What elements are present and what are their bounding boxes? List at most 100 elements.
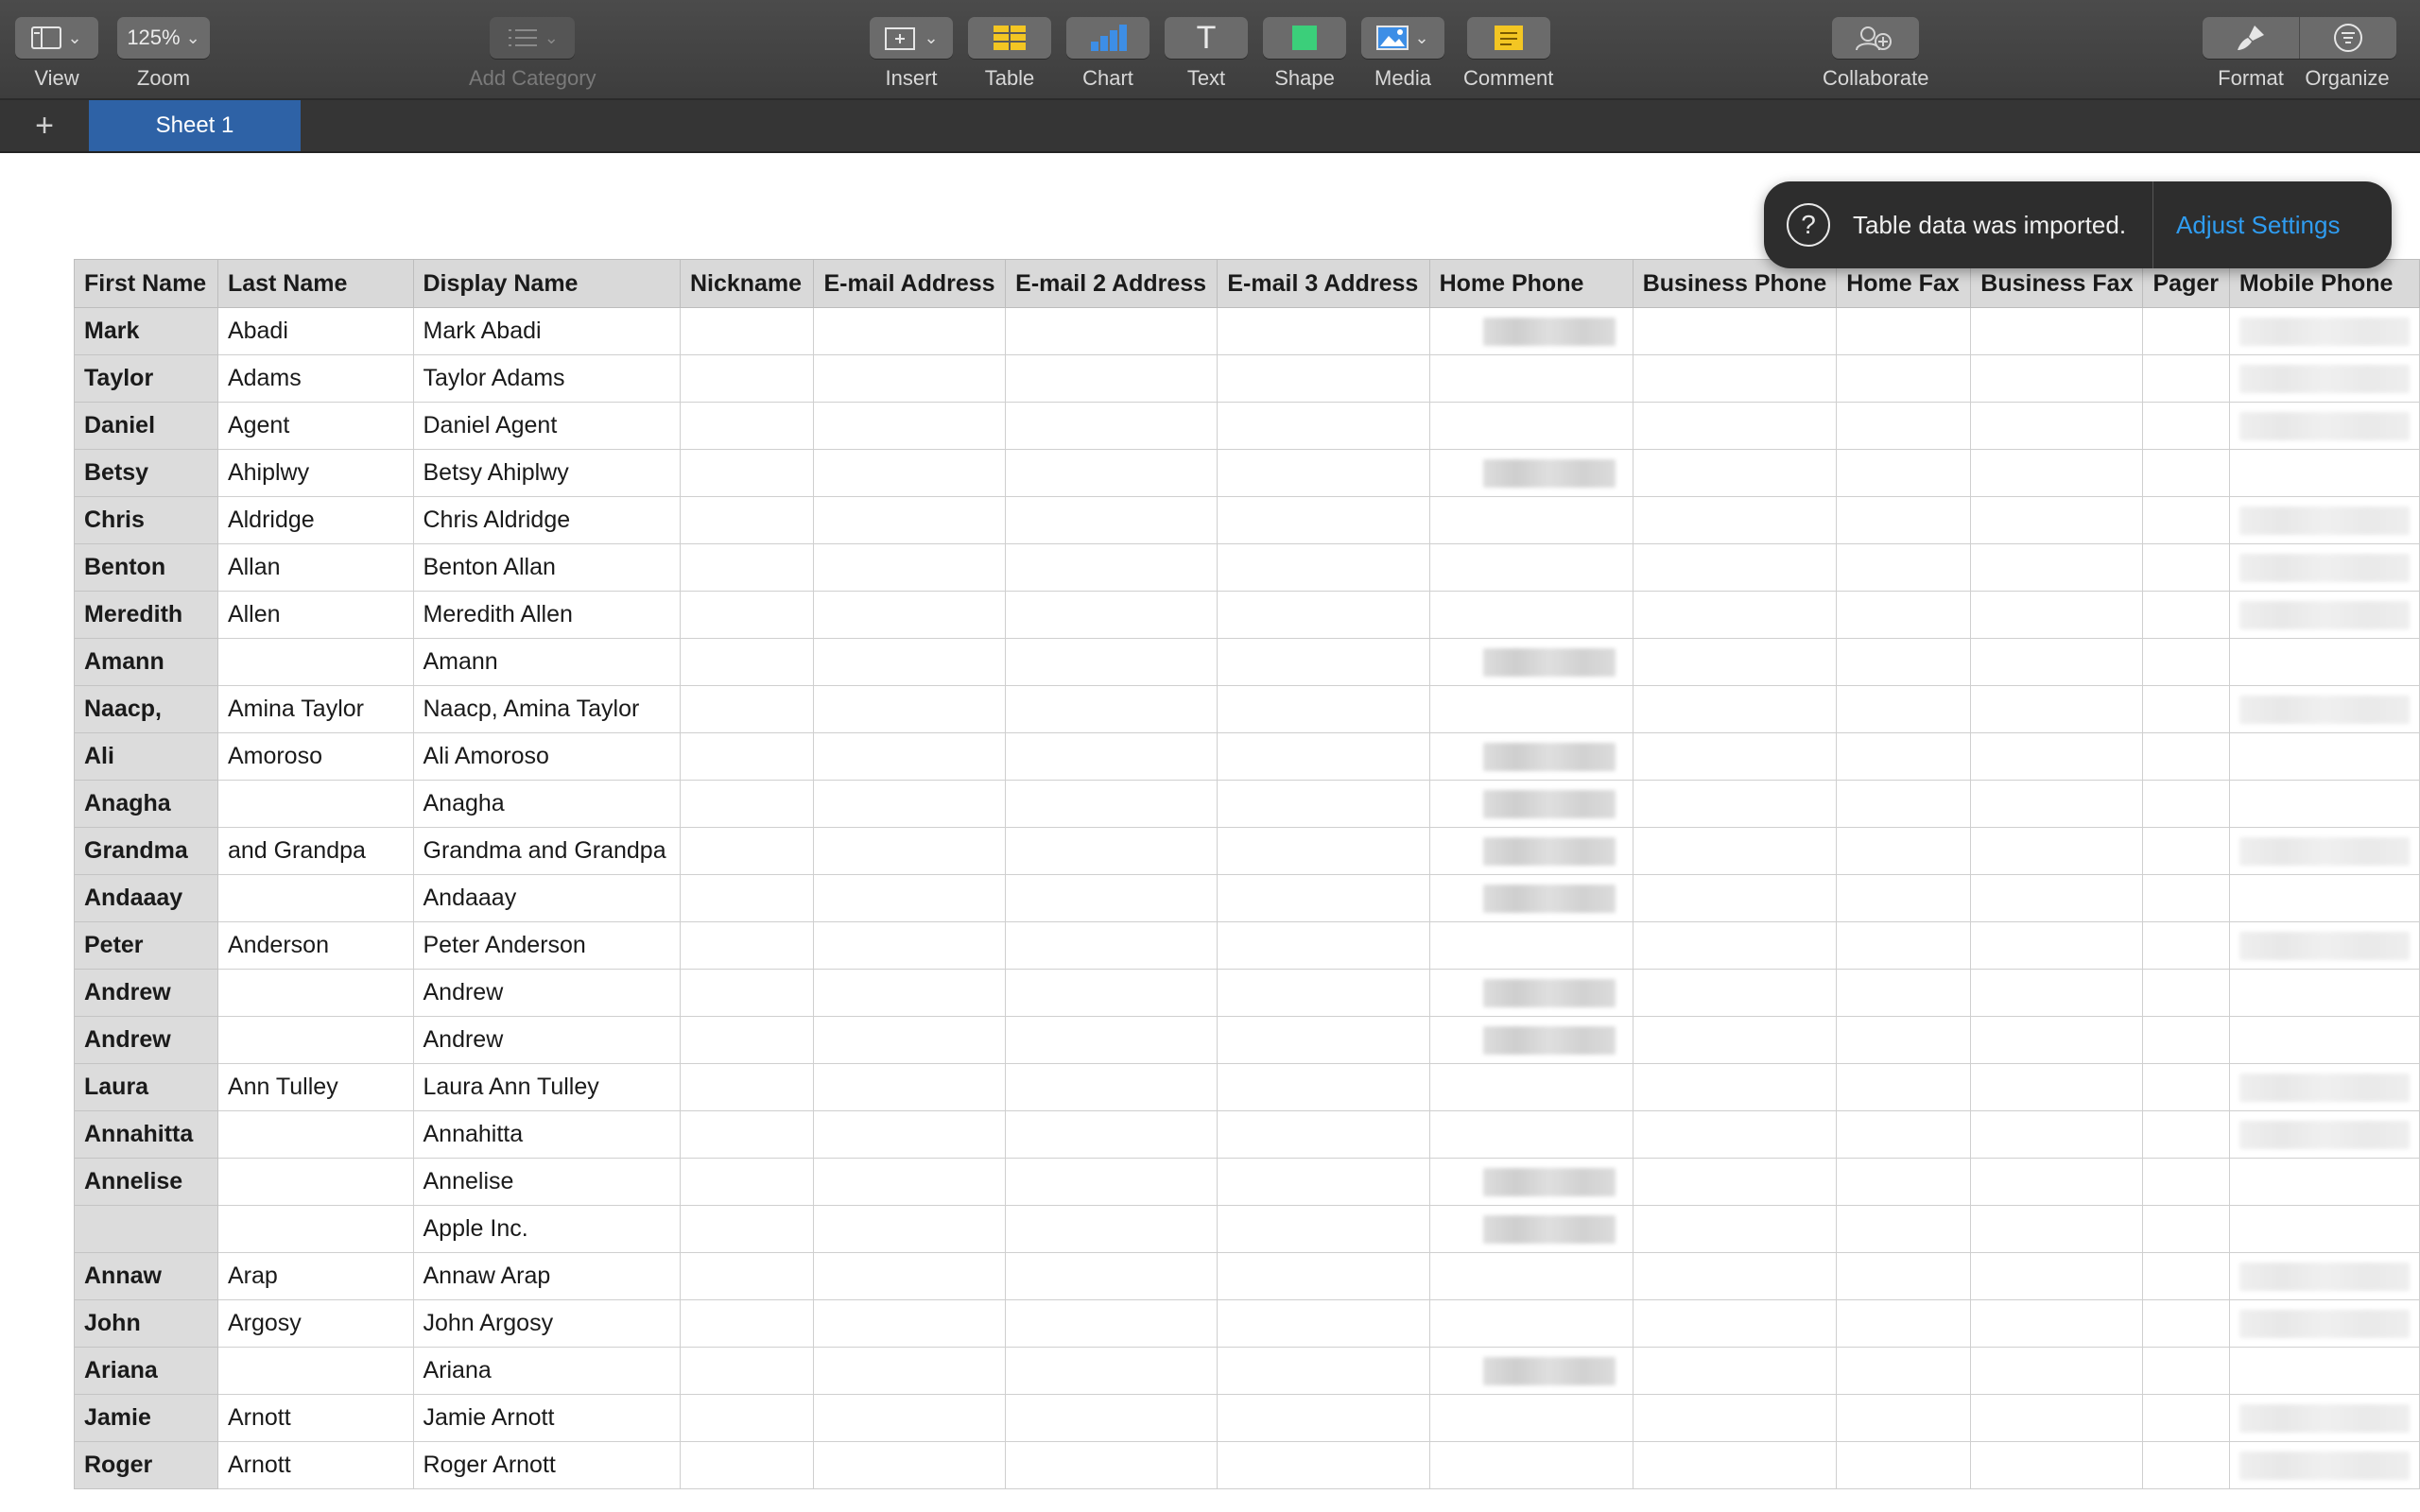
table-cell[interactable]: [1836, 402, 1972, 450]
table-cell[interactable]: [679, 1394, 815, 1442]
table-cell[interactable]: [1632, 543, 1838, 592]
insert-button[interactable]: ⌄ Insert: [870, 17, 953, 91]
table-cell[interactable]: [1217, 354, 1430, 403]
table-cell[interactable]: [679, 969, 815, 1017]
table-cell[interactable]: [679, 638, 815, 686]
table-cell[interactable]: [2228, 921, 2420, 970]
table-cell[interactable]: Annaw: [74, 1252, 218, 1300]
column-header[interactable]: E-mail 3 Address: [1217, 259, 1430, 308]
table-cell[interactable]: [1005, 1252, 1219, 1300]
table-cell[interactable]: [679, 780, 815, 828]
table-cell[interactable]: Jamie: [74, 1394, 218, 1442]
table-cell[interactable]: [813, 1441, 1007, 1489]
table-cell[interactable]: [1217, 685, 1430, 733]
table-cell[interactable]: [2142, 543, 2230, 592]
table-cell[interactable]: [1632, 1299, 1838, 1348]
table-cell[interactable]: [216, 1347, 414, 1395]
table-cell[interactable]: [1005, 638, 1219, 686]
table-cell[interactable]: [1632, 402, 1838, 450]
table-cell[interactable]: Peter Anderson: [412, 921, 681, 970]
table-cell[interactable]: [1836, 449, 1972, 497]
collaborate-button[interactable]: Collaborate: [1823, 17, 1929, 91]
table-cell[interactable]: Mark Abadi: [412, 307, 681, 355]
table-cell[interactable]: [1836, 969, 1972, 1017]
table-cell[interactable]: [1632, 780, 1838, 828]
table-cell[interactable]: Allan: [216, 543, 414, 592]
table-cell[interactable]: Ariana: [412, 1347, 681, 1395]
table-cell[interactable]: Ali: [74, 732, 218, 781]
table-cell[interactable]: Taylor Adams: [412, 354, 681, 403]
table-cell[interactable]: [2228, 354, 2420, 403]
table-cell[interactable]: Andaaay: [74, 874, 218, 922]
table-cell[interactable]: [679, 543, 815, 592]
table-cell[interactable]: Laura: [74, 1063, 218, 1111]
table-cell[interactable]: [2228, 543, 2420, 592]
table-cell[interactable]: Jamie Arnott: [412, 1394, 681, 1442]
table-cell[interactable]: [2142, 1063, 2230, 1111]
table-cell[interactable]: [1005, 1347, 1219, 1395]
table-cell[interactable]: [2142, 685, 2230, 733]
table-cell[interactable]: [74, 1205, 218, 1253]
table-cell[interactable]: [1970, 1347, 2144, 1395]
table-cell[interactable]: [1005, 307, 1219, 355]
table-cell[interactable]: [1428, 1110, 1634, 1159]
table-cell[interactable]: John: [74, 1299, 218, 1348]
table-cell[interactable]: Adams: [216, 354, 414, 403]
table-cell[interactable]: [1428, 921, 1634, 970]
table-cell[interactable]: Meredith: [74, 591, 218, 639]
table-cell[interactable]: [679, 354, 815, 403]
table-cell[interactable]: [1428, 449, 1634, 497]
table-cell[interactable]: [1836, 354, 1972, 403]
table-cell[interactable]: Arnott: [216, 1394, 414, 1442]
table-cell[interactable]: [2142, 1347, 2230, 1395]
table-cell[interactable]: [2228, 1158, 2420, 1206]
table-cell[interactable]: Agent: [216, 402, 414, 450]
media-button[interactable]: ⌄ Media: [1361, 17, 1444, 91]
table-cell[interactable]: [216, 638, 414, 686]
table-cell[interactable]: [1970, 1299, 2144, 1348]
table-cell[interactable]: [1632, 638, 1838, 686]
column-header[interactable]: Home Phone: [1428, 259, 1634, 308]
table-cell[interactable]: [1428, 874, 1634, 922]
table-cell[interactable]: [2228, 1394, 2420, 1442]
table-cell[interactable]: [1217, 307, 1430, 355]
table-cell[interactable]: [1005, 1394, 1219, 1442]
table-cell[interactable]: [813, 449, 1007, 497]
table-cell[interactable]: Abadi: [216, 307, 414, 355]
table-cell[interactable]: [679, 1016, 815, 1064]
table-cell[interactable]: [2142, 1441, 2230, 1489]
table-cell[interactable]: [679, 1063, 815, 1111]
table-cell[interactable]: [813, 1063, 1007, 1111]
table-cell[interactable]: [1970, 307, 2144, 355]
table-cell[interactable]: [2228, 1299, 2420, 1348]
table-cell[interactable]: [813, 827, 1007, 875]
table-cell[interactable]: [2142, 496, 2230, 544]
table-cell[interactable]: Naacp,: [74, 685, 218, 733]
table-cell[interactable]: [813, 1158, 1007, 1206]
table-cell[interactable]: [1632, 1394, 1838, 1442]
shape-button[interactable]: Shape: [1263, 17, 1346, 91]
table-cell[interactable]: [1428, 1394, 1634, 1442]
table-cell[interactable]: [1970, 496, 2144, 544]
table-cell[interactable]: [1217, 1441, 1430, 1489]
table-cell[interactable]: [2142, 591, 2230, 639]
table-cell[interactable]: Ariana: [74, 1347, 218, 1395]
column-header[interactable]: Nickname: [679, 259, 815, 308]
table-cell[interactable]: [1217, 827, 1430, 875]
table-cell[interactable]: [1970, 780, 2144, 828]
table-cell[interactable]: Andrew: [74, 1016, 218, 1064]
table-cell[interactable]: [1970, 1441, 2144, 1489]
table-cell[interactable]: [1005, 402, 1219, 450]
table-cell[interactable]: [1428, 1252, 1634, 1300]
table-cell[interactable]: [1632, 354, 1838, 403]
table-cell[interactable]: [2228, 496, 2420, 544]
table-cell[interactable]: [1836, 921, 1972, 970]
table-cell[interactable]: [1005, 354, 1219, 403]
table-cell[interactable]: [2228, 307, 2420, 355]
table-cell[interactable]: [679, 1205, 815, 1253]
table-cell[interactable]: [1970, 1205, 2144, 1253]
table-cell[interactable]: [813, 496, 1007, 544]
table-cell[interactable]: [1836, 543, 1972, 592]
table-cell[interactable]: [2228, 591, 2420, 639]
table-cell[interactable]: Annelise: [412, 1158, 681, 1206]
